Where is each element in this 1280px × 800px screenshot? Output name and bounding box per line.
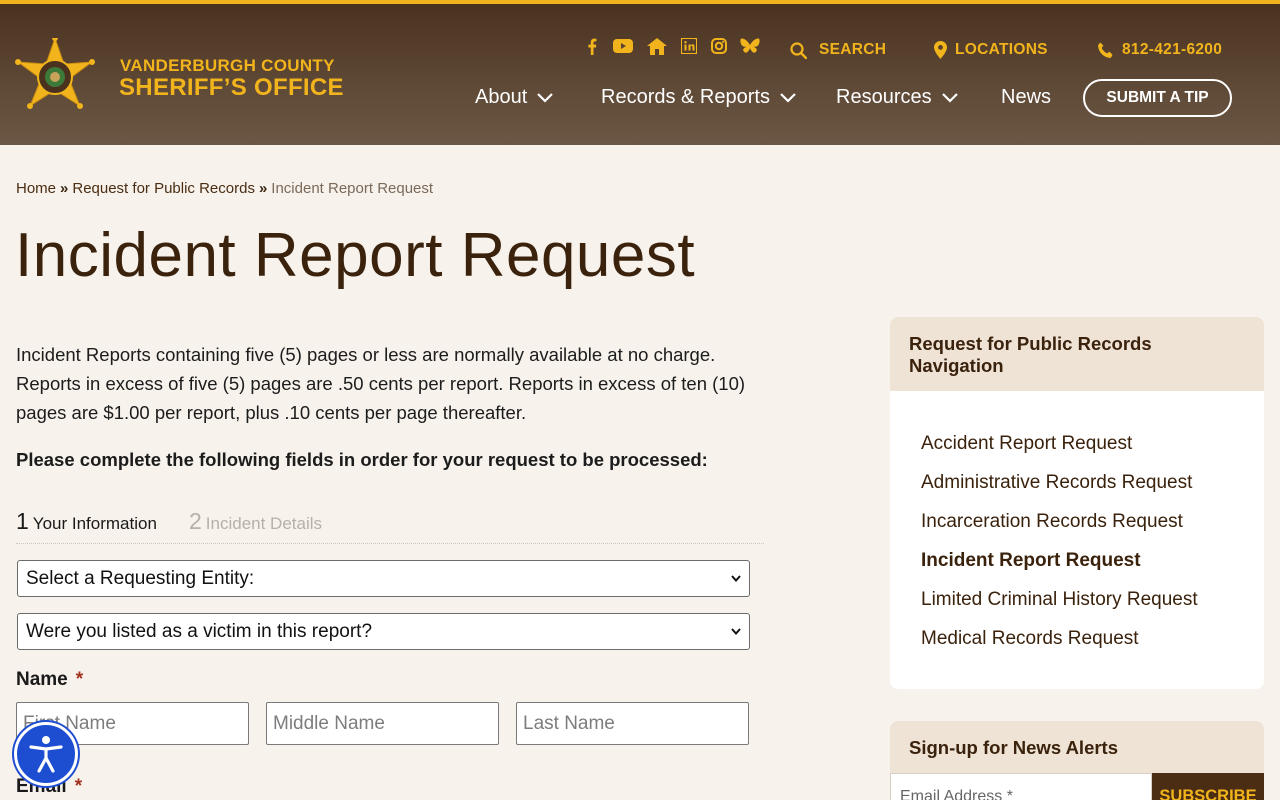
phone-number: 812-421-6200 (1122, 41, 1223, 58)
required-marker: * (75, 669, 84, 690)
step-label: Incident Details (205, 514, 323, 533)
victim-select-value: Were you listed as a victim in this repo… (26, 620, 373, 642)
sidebar-item-medical-records[interactable]: Medical Records Request (921, 628, 1139, 650)
page-title: Incident Report Request (15, 221, 696, 290)
accessibility-button[interactable] (14, 722, 78, 786)
locations-label: LOCATIONS (955, 41, 1048, 58)
phone-link[interactable]: 812-421-6200 (1097, 41, 1222, 59)
bluesky-butterfly-icon[interactable] (739, 36, 761, 56)
nav-about[interactable]: About (475, 86, 554, 109)
news-alerts-title: Sign-up for News Alerts (909, 737, 1119, 758)
step-your-information[interactable]: 1 Your Information (16, 508, 157, 535)
chevron-down-icon (780, 92, 796, 103)
breadcrumb: Home» Request for Public Records» Incident… (16, 180, 433, 197)
middle-name-input[interactable]: Middle Name (266, 702, 499, 745)
last-name-input[interactable]: Last Name (516, 702, 749, 745)
step-label: Your Information (32, 514, 157, 533)
locations-link[interactable]: LOCATIONS (934, 41, 1048, 59)
nav-news-label: News (1001, 86, 1052, 108)
name-label-text: Name (16, 669, 68, 690)
form-instructions: Please complete the following fields in … (16, 449, 708, 470)
subscribe-button[interactable]: SUBSCRIBE (1152, 773, 1264, 800)
step-number: 1 (16, 508, 29, 534)
step-incident-details[interactable]: 2 Incident Details (189, 508, 322, 535)
map-pin-icon (934, 41, 947, 59)
intro-paragraph: Incident Reports containing five (5) pag… (16, 344, 746, 423)
breadcrumb-parent[interactable]: Request for Public Records (72, 180, 255, 197)
sidebar-item-incarceration-records[interactable]: Incarceration Records Request (921, 511, 1183, 533)
nav-resources-label: Resources (836, 86, 932, 108)
step-number: 2 (189, 508, 202, 534)
brand-line-2[interactable]: SHERIFF’S OFFICE (119, 74, 344, 102)
records-navigation-title: Request for Public Records Navigation (890, 317, 1264, 391)
home-icon[interactable] (646, 36, 668, 56)
brand-line-1[interactable]: VANDERBURGH COUNTY (120, 56, 335, 76)
nav-resources[interactable]: Resources (836, 86, 958, 109)
sidebar-item-administrative-records[interactable]: Administrative Records Request (921, 472, 1192, 494)
nav-news[interactable]: News (1001, 86, 1051, 109)
news-email-input[interactable]: Email Address * (890, 773, 1152, 800)
search-label: SEARCH (819, 41, 887, 58)
sidebar-item-limited-criminal-history[interactable]: Limited Criminal History Request (921, 589, 1198, 611)
nav-records-reports[interactable]: Records & Reports (601, 86, 796, 109)
form-steps: 1 Your Information 2 Incident Details (16, 508, 764, 544)
nav-records-label: Records & Reports (601, 86, 770, 108)
sheriff-star-badge-icon[interactable] (14, 38, 96, 116)
accessibility-icon (29, 736, 63, 773)
requesting-entity-value: Select a Requesting Entity: (26, 567, 255, 589)
phone-icon (1098, 42, 1113, 58)
news-alerts-card: Sign-up for News Alerts Email Address * … (890, 721, 1264, 800)
required-marker: * (74, 776, 83, 797)
name-label: Name * (16, 669, 83, 691)
breadcrumb-separator: » (60, 180, 69, 197)
nav-about-label: About (475, 86, 528, 108)
sidebar-item-accident-report[interactable]: Accident Report Request (921, 433, 1132, 455)
breadcrumb-separator: » (258, 180, 268, 197)
chevron-down-icon (731, 575, 741, 582)
sidebar-item-incident-report[interactable]: Incident Report Request (921, 550, 1141, 572)
victim-select[interactable]: Were you listed as a victim in this repo… (17, 613, 750, 650)
submit-tip-button[interactable]: SUBMIT A TIP (1083, 79, 1232, 117)
breadcrumb-current: Incident Report Request (271, 180, 434, 197)
search-icon (790, 41, 807, 59)
youtube-icon[interactable] (612, 36, 634, 56)
linkedin-icon[interactable] (680, 36, 698, 56)
facebook-icon[interactable] (584, 36, 600, 56)
search-link[interactable]: SEARCH (790, 41, 886, 59)
chevron-down-icon (941, 92, 958, 103)
site-header: VANDERBURGH COUNTY SHERIFF’S OFFICE SEAR… (0, 4, 1280, 145)
records-navigation-card: Request for Public Records Navigation Ac… (890, 317, 1264, 689)
breadcrumb-home[interactable]: Home (16, 180, 56, 197)
instagram-icon[interactable] (710, 36, 728, 56)
requesting-entity-select[interactable]: Select a Requesting Entity: (17, 560, 750, 597)
chevron-down-icon (731, 628, 741, 635)
chevron-down-icon (537, 92, 554, 103)
